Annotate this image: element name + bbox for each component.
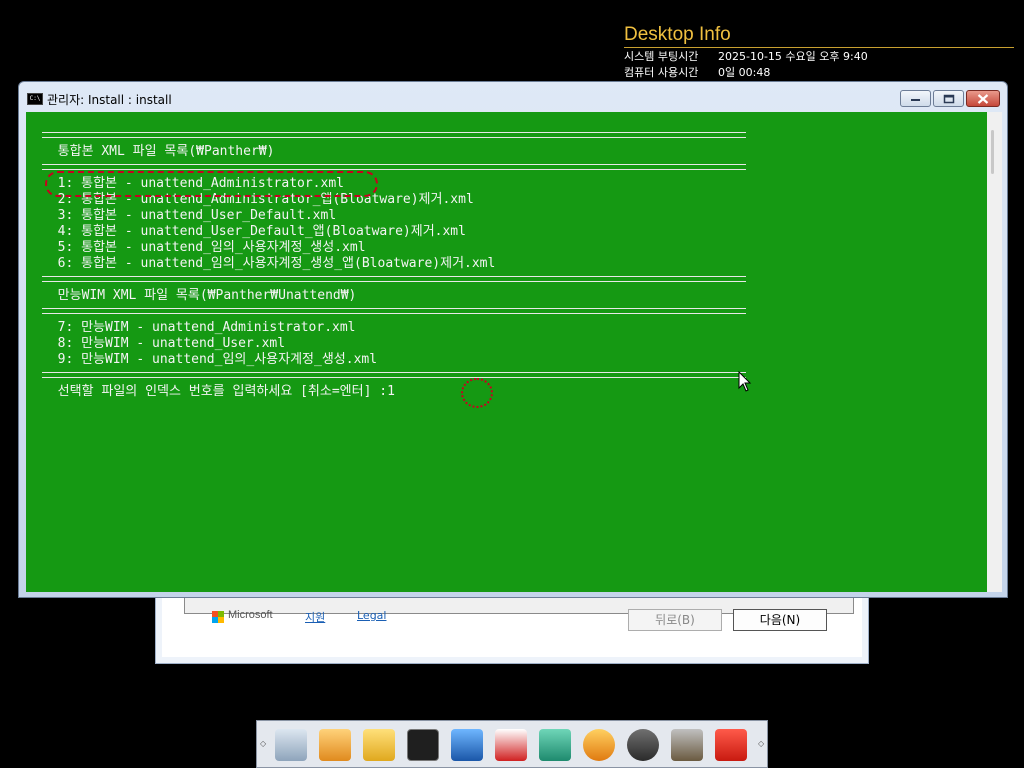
legal-link[interactable]: Legal [357, 609, 386, 622]
next-button[interactable]: 다음(N) [733, 609, 827, 631]
console-window: C:\ 관리자: Install : install 통합본 XML 파일 목록… [18, 81, 1008, 598]
scrollbar-thumb[interactable] [991, 130, 994, 174]
desktop-info-widget: Desktop Info 시스템 부팅시간 2025-10-15 수요일 오후 … [624, 24, 1016, 80]
list-item: 6: 통합본 - unattend_임의_사용자계정_생성_앱(Bloatwar… [42, 256, 496, 271]
separator-line [42, 132, 746, 138]
boot-time-row: 시스템 부팅시간 2025-10-15 수요일 오후 9:40 [624, 49, 1016, 64]
power-icon[interactable] [715, 729, 747, 761]
console-titlebar[interactable]: C:\ 관리자: Install : install [19, 82, 1007, 110]
setup-wizard-window: Microsoft 지원 Legal 뒤로(B) 다음(N) [155, 596, 869, 664]
partition-icon[interactable] [495, 729, 527, 761]
scroll-right-arrow-icon[interactable]: ◇ [758, 739, 764, 748]
monitor-icon[interactable] [451, 729, 483, 761]
list-item: 8: 만능WIM - unattend_User.xml [42, 336, 286, 351]
refresh-icon[interactable] [583, 729, 615, 761]
minimize-button[interactable] [900, 90, 931, 107]
close-button[interactable] [966, 90, 1000, 107]
gear-icon[interactable] [627, 729, 659, 761]
separator-line [42, 308, 746, 314]
section-header-unified: 통합본 XML 파일 목록(₩Panther₩) [42, 144, 275, 159]
list-item: 7: 만능WIM - unattend_Administrator.xml [42, 320, 356, 335]
list-item: 4: 통합본 - unattend_User_Default_앱(Bloatwa… [42, 224, 466, 239]
scroll-left-arrow-icon[interactable]: ◇ [260, 739, 266, 748]
separator-line [42, 164, 746, 170]
folder-search-icon[interactable] [363, 729, 395, 761]
highlight-oval-item-1 [45, 171, 378, 197]
list-item: 5: 통합본 - unattend_임의_사용자계정_생성.xml [42, 240, 366, 255]
uptime-label: 컴퓨터 사용시간 [624, 66, 699, 79]
list-item: 3: 통합본 - unattend_User_Default.xml [42, 208, 337, 223]
uptime-value: 0일 00:48 [718, 66, 771, 79]
console-title: 관리자: Install : install [47, 93, 172, 107]
mouse-cursor-icon [738, 371, 752, 392]
microsoft-label: Microsoft [228, 609, 273, 621]
console-scrollbar[interactable] [987, 112, 1002, 592]
input-prompt[interactable]: 선택할 파일의 인덱스 번호를 입력하세요 [취소=엔터] :1 [42, 384, 395, 400]
terminal-icon[interactable] [407, 729, 439, 761]
restore-icon [943, 94, 954, 103]
quick-launch-bar: ◇ ◇ [256, 720, 768, 768]
support-link[interactable]: 지원 [305, 609, 325, 625]
back-button[interactable]: 뒤로(B) [628, 609, 722, 631]
console-output[interactable]: 통합본 XML 파일 목록(₩Panther₩) 1: 통합본 - unatte… [26, 112, 987, 592]
maximize-button[interactable] [933, 90, 964, 107]
wizard-body: Microsoft 지원 Legal 뒤로(B) 다음(N) [162, 597, 862, 657]
boot-time-value: 2025-10-15 수요일 오후 9:40 [718, 50, 868, 63]
drive-icon[interactable] [275, 729, 307, 761]
microsoft-logo-icon [212, 611, 224, 623]
minimize-icon [910, 98, 920, 101]
highlight-circle-input [461, 378, 493, 408]
disk-icon[interactable] [539, 729, 571, 761]
separator-line [42, 276, 746, 282]
console-app-icon: C:\ [27, 93, 43, 105]
usb-icon[interactable] [319, 729, 351, 761]
boot-time-label: 시스템 부팅시간 [624, 50, 699, 63]
section-header-wim: 만능WIM XML 파일 목록(₩Panther₩Unattend₩) [42, 288, 357, 303]
hammer-icon[interactable] [671, 729, 703, 761]
separator-line [42, 372, 746, 378]
close-icon [977, 93, 989, 104]
uptime-row: 컴퓨터 사용시간 0일 00:48 [624, 65, 1016, 80]
desktop-info-title: Desktop Info [624, 24, 1014, 48]
list-item: 9: 만능WIM - unattend_임의_사용자계정_생성.xml [42, 352, 378, 367]
